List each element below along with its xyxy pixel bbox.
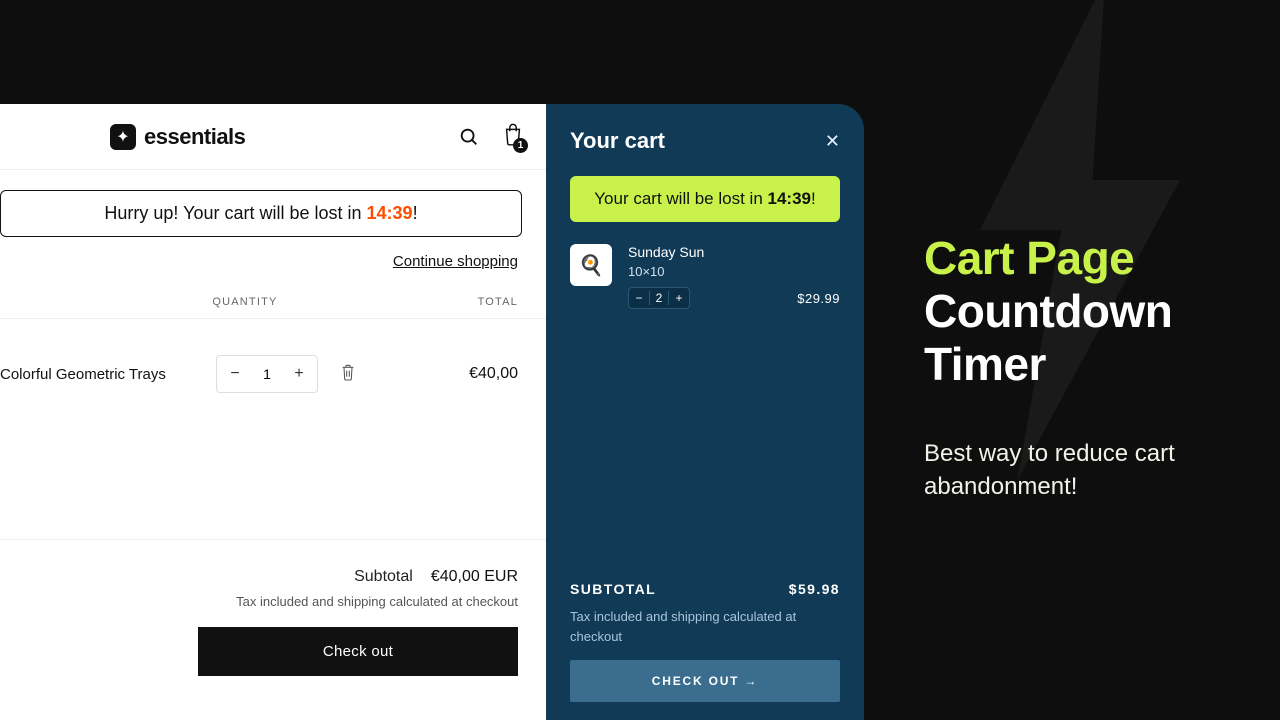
close-icon[interactable]: ✕ — [825, 131, 840, 152]
drawer-countdown-banner: Your cart will be lost in 14:39! — [570, 176, 840, 222]
subtotal-value: €40,00 EUR — [431, 568, 518, 586]
title-rest: Countdown Timer — [924, 285, 1172, 390]
marketing-copy: Cart Page Countdown Timer Best way to re… — [924, 232, 1224, 504]
drawer-title: Your cart — [570, 128, 665, 154]
brand-name: essentials — [144, 124, 245, 150]
remove-item-button[interactable] — [340, 363, 356, 386]
qty-decrease-button[interactable]: − — [217, 365, 253, 383]
cart-page: ✦ essentials 1 Hurry up! Your cart will … — [0, 104, 546, 720]
site-header: ✦ essentials 1 — [0, 104, 546, 170]
drawer-subtotal-value: $59.98 — [789, 581, 840, 597]
title-accent: Cart Page — [924, 232, 1134, 284]
logo-mark-icon: ✦ — [110, 124, 136, 150]
banner-prefix: Hurry up! Your cart will be lost in — [104, 203, 366, 223]
brand-logo[interactable]: ✦ essentials — [110, 124, 245, 150]
drawer-subtotal-label: SUBTOTAL — [570, 581, 656, 597]
drawer-qty-increase-button[interactable]: + — [669, 291, 689, 305]
drawer-qty-decrease-button[interactable]: − — [629, 291, 649, 305]
item-thumbnail[interactable]: 🍳 — [570, 244, 612, 286]
marketing-title: Cart Page Countdown Timer — [924, 232, 1224, 391]
drawer-item-variant: 10×10 — [628, 264, 840, 279]
cart-badge: 1 — [513, 138, 528, 153]
drawer-banner-prefix: Your cart will be lost in — [594, 189, 767, 208]
item-total: €40,00 — [469, 365, 518, 383]
table-header: QUANTITY TOTAL — [0, 288, 546, 319]
tax-note: Tax included and shipping calculated at … — [0, 594, 546, 627]
item-name[interactable]: Colorful Geometric Trays — [0, 366, 180, 383]
continue-shopping-link[interactable]: Continue shopping — [393, 253, 518, 270]
drawer-banner-timer: 14:39 — [768, 189, 811, 208]
qty-increase-button[interactable]: + — [281, 365, 317, 383]
drawer-item-name[interactable]: Sunday Sun — [628, 244, 840, 260]
quantity-stepper: − 1 + — [216, 355, 318, 393]
col-quantity: QUANTITY — [212, 296, 277, 308]
drawer-subtotal-row: SUBTOTAL $59.98 — [570, 581, 840, 597]
banner-timer: 14:39 — [367, 203, 413, 223]
drawer-checkout-button[interactable]: CHECK OUT → — [570, 660, 840, 702]
subtotal-label: Subtotal — [354, 568, 413, 586]
subtotal-row: Subtotal €40,00 EUR — [0, 540, 546, 594]
table-row: Colorful Geometric Trays − 1 + €40,00 — [0, 319, 546, 429]
banner-suffix: ! — [413, 203, 418, 223]
qty-value: 1 — [253, 366, 281, 382]
search-icon[interactable] — [458, 126, 480, 148]
demo-stage: ✦ essentials 1 Hurry up! Your cart will … — [0, 104, 864, 720]
drawer-banner-suffix: ! — [811, 189, 816, 208]
drawer-tax-note: Tax included and shipping calculated at … — [570, 607, 840, 646]
marketing-subtitle: Best way to reduce cart abandonment! — [924, 437, 1224, 504]
cart-drawer: Your cart ✕ Your cart will be lost in 14… — [546, 104, 864, 720]
countdown-banner: Hurry up! Your cart will be lost in 14:3… — [0, 190, 522, 237]
cart-icon[interactable]: 1 — [502, 122, 524, 151]
checkout-button[interactable]: Check out — [198, 627, 518, 676]
col-total: TOTAL — [478, 296, 518, 308]
drawer-item: 🍳 Sunday Sun 10×10 − 2 + $29.99 — [570, 244, 840, 309]
drawer-qty-value: 2 — [649, 291, 669, 305]
drawer-item-price: $29.99 — [797, 291, 840, 306]
drawer-quantity-stepper: − 2 + — [628, 287, 690, 309]
